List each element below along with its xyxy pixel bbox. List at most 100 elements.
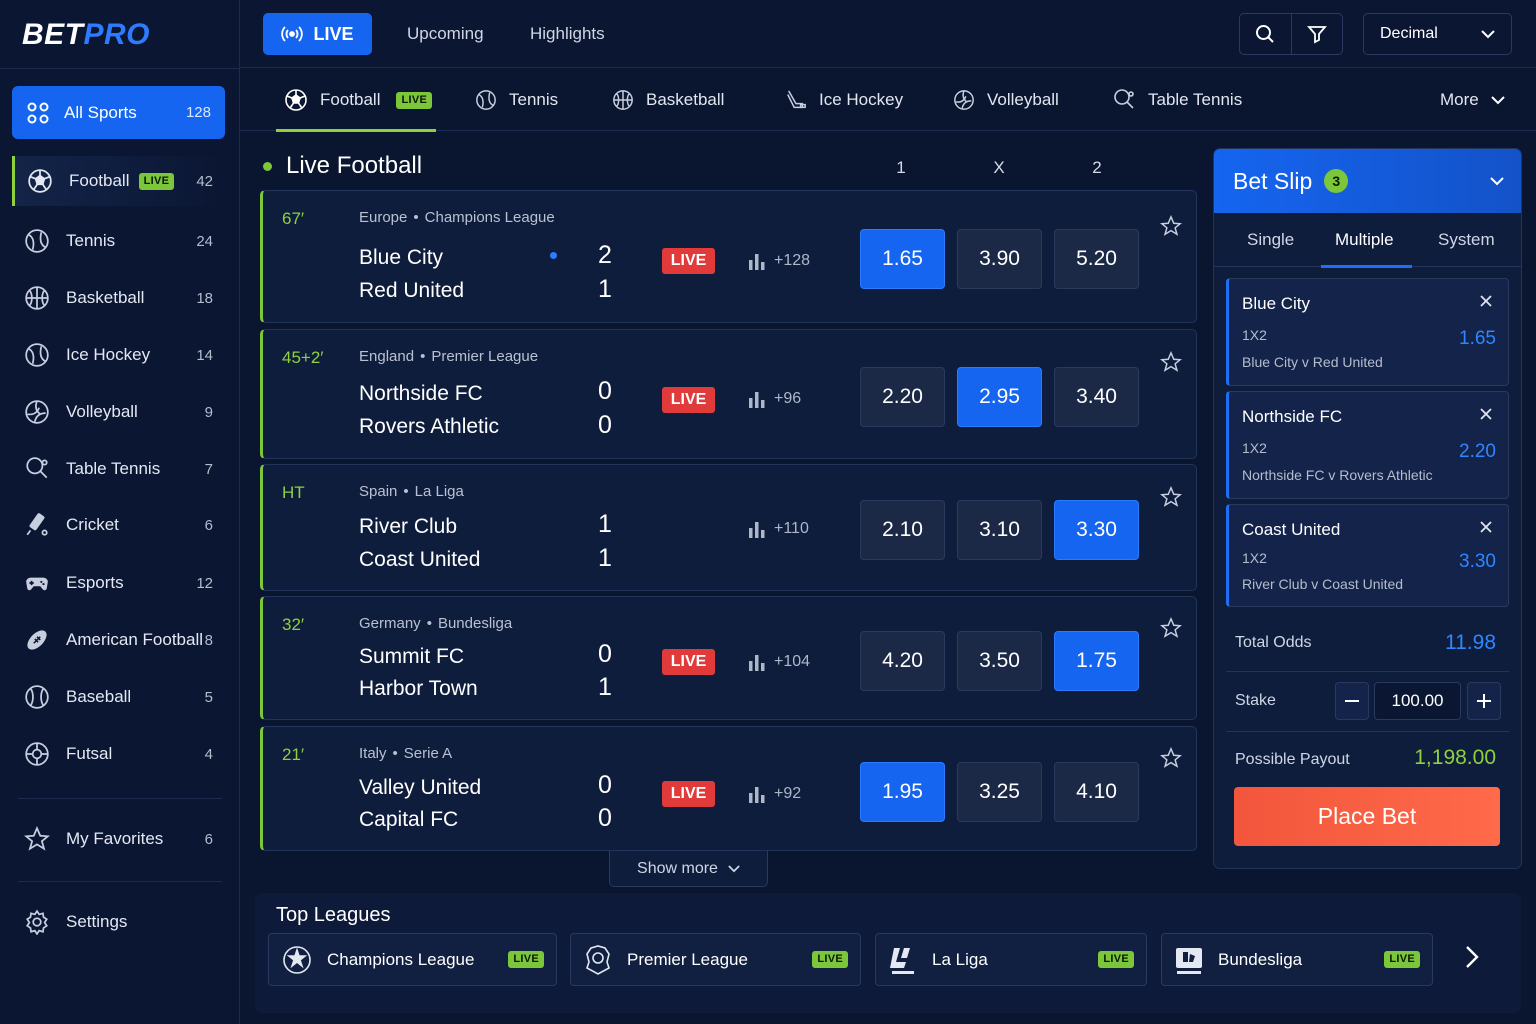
match-league: England • Premier League [359, 348, 538, 365]
star-icon[interactable] [1160, 747, 1182, 769]
sidebar-item-baseball[interactable]: Baseball 5 [12, 672, 225, 722]
tab-multiple[interactable]: Multiple [1321, 213, 1412, 268]
sidebar-item-ice-hockey[interactable]: Ice Hockey 14 [12, 330, 225, 380]
odds-button-away[interactable]: 3.30 [1054, 500, 1139, 560]
more-markets-link[interactable]: +92 [748, 785, 801, 803]
odds-button-home[interactable]: 1.65 [860, 229, 945, 289]
league-card-bundesliga[interactable]: Bundesliga LIVE [1161, 933, 1433, 986]
match-card[interactable]: 21′ Italy • Serie A Valley United Capital … [260, 726, 1197, 851]
odds-format-select[interactable]: Decimal [1363, 13, 1512, 55]
league-card-premier-league[interactable]: Premier League LIVE [570, 933, 861, 986]
top-leagues-title: Top Leagues [276, 904, 391, 926]
odds-button-draw[interactable]: 2.95 [957, 367, 1042, 427]
tab-live[interactable]: LIVE [263, 13, 372, 55]
sidebar-item-volleyball[interactable]: Volleyball 9 [12, 387, 225, 437]
match-card[interactable]: 67′ Europe • Champions League Blue City Re… [260, 190, 1197, 323]
odds-button-home[interactable]: 1.95 [860, 762, 945, 822]
star-icon[interactable] [1160, 215, 1182, 237]
match-card[interactable]: 45+2′ England • Premier League Northside F… [260, 329, 1197, 459]
odds-button-home[interactable]: 2.20 [860, 367, 945, 427]
match-league: Italy • Serie A [359, 745, 452, 762]
odds-button-away[interactable]: 1.75 [1054, 631, 1139, 691]
close-icon[interactable] [1480, 295, 1492, 307]
star-icon[interactable] [1160, 351, 1182, 373]
sidebar-item-basketball[interactable]: Basketball 18 [12, 273, 225, 323]
tab-label: Table Tennis [1148, 90, 1243, 109]
chevron-right-icon[interactable] [1465, 945, 1479, 969]
stake-input[interactable] [1374, 682, 1461, 720]
close-icon[interactable] [1480, 521, 1492, 533]
tab-volleyball[interactable]: Volleyball [953, 69, 1059, 131]
close-icon[interactable] [1480, 408, 1492, 420]
more-markets-link[interactable]: +110 [748, 520, 809, 538]
star-icon[interactable] [1160, 486, 1182, 508]
markets-count: +104 [774, 653, 811, 670]
stake-decrease-button[interactable] [1335, 682, 1369, 720]
match-card[interactable]: HT Spain • La Liga River Club Coast United… [260, 464, 1197, 591]
filter-button[interactable] [1292, 14, 1343, 54]
odds-button-home[interactable]: 4.20 [860, 631, 945, 691]
tab-label: Football [320, 90, 381, 109]
tab-highlights[interactable]: Highlights [530, 24, 605, 44]
sport-tabs: Football LIVE Tennis Basketball Ice Hock… [240, 69, 1536, 132]
stats-icon [749, 787, 765, 803]
odds-button-away[interactable]: 3.40 [1054, 367, 1139, 427]
brand-logo[interactable]: BETPRO [22, 18, 150, 52]
sidebar-item-label: Basketball [66, 288, 145, 307]
sidebar-item-label: Futsal [66, 744, 113, 763]
tab-ice-hockey[interactable]: Ice Hockey [785, 69, 903, 131]
sidebar-item-cricket[interactable]: Cricket 6 [12, 500, 225, 550]
sidebar-item-all-sports[interactable]: All Sports 128 [12, 86, 225, 139]
match-card[interactable]: 32′ Germany • Bundesliga Summit FC Harbor … [260, 596, 1197, 720]
home-team: Valley United [359, 776, 482, 799]
search-icon [1256, 25, 1274, 43]
tab-football[interactable]: Football LIVE [276, 69, 436, 132]
show-more-button[interactable]: Show more [609, 851, 768, 887]
selection-odds: 1.65 [1459, 328, 1496, 349]
sidebar-item-settings[interactable]: Settings [12, 897, 225, 947]
gear-icon [26, 909, 48, 935]
more-markets-link[interactable]: +128 [748, 252, 810, 270]
search-filter-group [1239, 13, 1343, 55]
more-markets-link[interactable]: +96 [748, 390, 801, 408]
league-card-champions-league[interactable]: Champions League LIVE [268, 933, 557, 986]
top-navigation: LIVE Upcoming Highlights Decimal [240, 0, 1536, 68]
sidebar-item-american-football[interactable]: American Football 8 [12, 615, 225, 665]
odds-button-home[interactable]: 2.10 [860, 500, 945, 560]
stake-increase-button[interactable] [1467, 682, 1501, 720]
tab-more[interactable]: More [1440, 69, 1517, 131]
sidebar-item-tennis[interactable]: Tennis 24 [12, 216, 225, 266]
selection-odds: 3.30 [1459, 551, 1496, 572]
odds-button-away[interactable]: 4.10 [1054, 762, 1139, 822]
selection-count-badge: 3 [1324, 169, 1349, 193]
tennis-icon [25, 229, 49, 253]
odds-button-draw[interactable]: 3.25 [957, 762, 1042, 822]
place-bet-button[interactable]: Place Bet [1234, 787, 1500, 846]
odds-button-draw[interactable]: 3.50 [957, 631, 1042, 691]
match-time: 21′ [282, 745, 305, 764]
sidebar-item-futsal[interactable]: Futsal 4 [12, 729, 225, 779]
sidebar-item-football[interactable]: Football LIVE 42 [12, 156, 225, 206]
bet-slip-header[interactable]: Bet Slip 3 [1214, 149, 1521, 213]
odds-button-draw[interactable]: 3.90 [957, 229, 1042, 289]
league-card-la-liga[interactable]: La Liga LIVE [875, 933, 1147, 986]
sidebar-item-esports[interactable]: Esports 12 [12, 558, 225, 608]
tab-single[interactable]: Single [1247, 213, 1294, 267]
tab-system[interactable]: System [1438, 213, 1495, 267]
tab-upcoming[interactable]: Upcoming [407, 24, 484, 44]
odds-button-draw[interactable]: 3.10 [957, 500, 1042, 560]
sidebar-item-favorites[interactable]: My Favorites 6 [12, 814, 225, 864]
sidebar-item-count: 42 [196, 172, 213, 190]
football-icon [285, 89, 307, 111]
tab-table-tennis[interactable]: Table Tennis [1112, 69, 1242, 131]
odds-button-away[interactable]: 5.20 [1054, 229, 1139, 289]
more-markets-link[interactable]: +104 [748, 653, 810, 671]
search-button[interactable] [1240, 14, 1292, 54]
star-icon[interactable] [1160, 617, 1182, 639]
tab-tennis[interactable]: Tennis [475, 69, 558, 131]
sidebar-item-table-tennis[interactable]: Table Tennis 7 [12, 444, 225, 494]
bundesliga-logo-icon [1176, 947, 1202, 974]
chevron-down-icon[interactable] [1490, 176, 1504, 186]
tab-basketball[interactable]: Basketball [612, 69, 724, 131]
live-badge: LIVE [396, 91, 433, 109]
